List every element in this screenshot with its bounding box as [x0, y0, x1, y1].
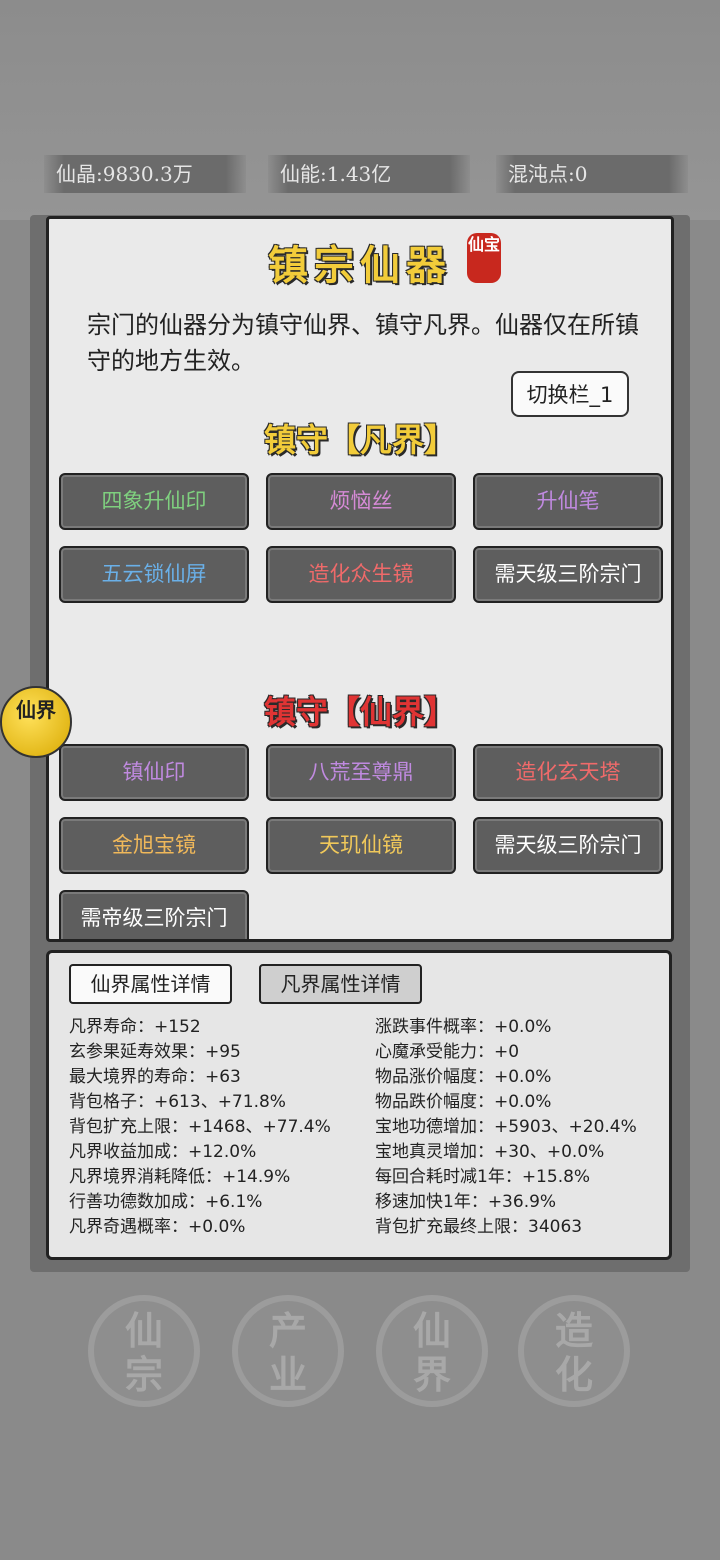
immortal-realm-badge[interactable]: 仙界	[0, 686, 72, 758]
nav-industry-button[interactable]: 产 业	[232, 1295, 344, 1407]
nav-label: 界	[412, 1352, 451, 1397]
attribute-row: 行善功德数加成：+6.1%	[69, 1192, 263, 1212]
immortal-locked-slot[interactable]: 需帝级三阶宗门	[59, 890, 249, 939]
attribute-row: 每回合耗时减1年：+15.8%	[375, 1167, 591, 1187]
energy-counter: 仙能:1.43亿	[268, 155, 470, 193]
mortal-artifact-slot[interactable]: 四象升仙印	[59, 473, 249, 530]
immortal-artifact-slot[interactable]: 八荒至尊鼎	[266, 744, 456, 801]
artifact-label: 造化众生镜	[308, 562, 414, 586]
attribute-row: 凡界境界消耗降低：+14.9%	[69, 1167, 291, 1187]
attribute-row: 宝地功德增加：+5903、+20.4%	[375, 1117, 637, 1137]
tab-mortal-attributes[interactable]: 凡界属性详情	[259, 964, 422, 1004]
artifact-panel: 镇宗仙器 仙宝 宗门的仙器分为镇守仙界、镇守凡界。仙器仅在所镇守的地方生效。 切…	[46, 216, 674, 942]
artifact-label: 镇仙印	[122, 760, 186, 784]
attribute-row: 宝地真灵增加：+30、+0.0%	[375, 1142, 605, 1162]
artifact-label: 需帝级三阶宗门	[80, 906, 228, 930]
treasure-seal-icon: 仙宝	[467, 233, 501, 283]
artifact-label: 八荒至尊鼎	[308, 760, 414, 784]
immortal-section-title: 镇守【仙界】	[263, 693, 456, 731]
attribute-row: 涨跌事件概率：+0.0%	[375, 1017, 552, 1037]
attribute-row: 物品跌价幅度：+0.0%	[375, 1092, 552, 1112]
mortal-artifact-slot[interactable]: 五云锁仙屏	[59, 546, 249, 603]
mortal-artifact-slot[interactable]: 造化众生镜	[266, 546, 456, 603]
attribute-row: 凡界收益加成：+12.0%	[69, 1142, 257, 1162]
tab-immortal-attributes[interactable]: 仙界属性详情	[69, 964, 232, 1004]
attribute-row: 背包格子：+613、+71.8%	[69, 1092, 286, 1112]
attribute-row: 背包扩充上限：+1468、+77.4%	[69, 1117, 331, 1137]
artifact-label: 金旭宝镜	[112, 833, 196, 857]
artifact-label: 需天级三阶宗门	[494, 562, 642, 586]
mortal-section-title: 镇守【凡界】	[263, 421, 456, 459]
artifact-label: 造化玄天塔	[515, 760, 621, 784]
nav-realm-button[interactable]: 仙 界	[376, 1295, 488, 1407]
attribute-panel: 仙界属性详情 凡界属性详情 凡界寿命：+152 玄参果延寿效果：+95 最大境界…	[46, 950, 672, 1260]
artifact-label: 四象升仙印	[101, 489, 207, 513]
nav-label: 仙	[124, 1308, 163, 1353]
attribute-row: 移速加快1年：+36.9%	[375, 1192, 557, 1212]
attribute-list-left: 凡界寿命：+152 玄参果延寿效果：+95 最大境界的寿命：+63 背包格子：+…	[69, 1015, 369, 1240]
immortal-artifact-slot[interactable]: 造化玄天塔	[473, 744, 663, 801]
attribute-row: 物品涨价幅度：+0.0%	[375, 1067, 552, 1087]
panel-description: 宗门的仙器分为镇守仙界、镇守凡界。仙器仅在所镇守的地方生效。	[87, 311, 639, 375]
immortal-artifact-slot[interactable]: 天玑仙镜	[266, 817, 456, 874]
attribute-list-right: 涨跌事件概率：+0.0% 心魔承受能力：+0 物品涨价幅度：+0.0% 物品跌价…	[375, 1015, 665, 1240]
immortal-artifact-slot[interactable]: 金旭宝镜	[59, 817, 249, 874]
crystal-counter: 仙晶:9830.3万	[44, 155, 246, 193]
attribute-row: 凡界奇遇概率：+0.0%	[69, 1217, 246, 1237]
artifact-label: 烦恼丝	[329, 489, 393, 513]
attribute-row: 心魔承受能力：+0	[375, 1042, 520, 1062]
attribute-row: 背包扩充最终上限：34063	[375, 1217, 583, 1237]
switch-bar-button[interactable]: 切换栏_1	[511, 371, 629, 417]
nav-label: 宗	[124, 1352, 163, 1397]
immortal-locked-slot[interactable]: 需天级三阶宗门	[473, 817, 663, 874]
mortal-locked-slot[interactable]: 需天级三阶宗门	[473, 546, 663, 603]
nav-label: 造	[554, 1308, 593, 1353]
attribute-row: 玄参果延寿效果：+95	[69, 1042, 241, 1062]
artifact-label: 升仙笔	[536, 489, 600, 513]
artifact-label: 五云锁仙屏	[101, 562, 207, 586]
nav-label: 化	[554, 1352, 593, 1397]
nav-label: 仙	[412, 1308, 451, 1353]
nav-sect-button[interactable]: 仙 宗	[88, 1295, 200, 1407]
mortal-artifact-slot[interactable]: 烦恼丝	[266, 473, 456, 530]
nav-label: 业	[268, 1352, 307, 1397]
attribute-row: 最大境界的寿命：+63	[69, 1067, 241, 1087]
immortal-artifact-slot[interactable]: 镇仙印	[59, 744, 249, 801]
attribute-row: 凡界寿命：+152	[69, 1017, 201, 1037]
panel-title: 镇宗仙器	[268, 242, 452, 289]
artifact-label: 需天级三阶宗门	[494, 833, 642, 857]
nav-label: 产	[268, 1308, 307, 1353]
artifact-label: 天玑仙镜	[319, 833, 403, 857]
nav-creation-button[interactable]: 造 化	[518, 1295, 630, 1407]
chaos-counter: 混沌点:0	[496, 155, 688, 193]
mortal-artifact-slot[interactable]: 升仙笔	[473, 473, 663, 530]
